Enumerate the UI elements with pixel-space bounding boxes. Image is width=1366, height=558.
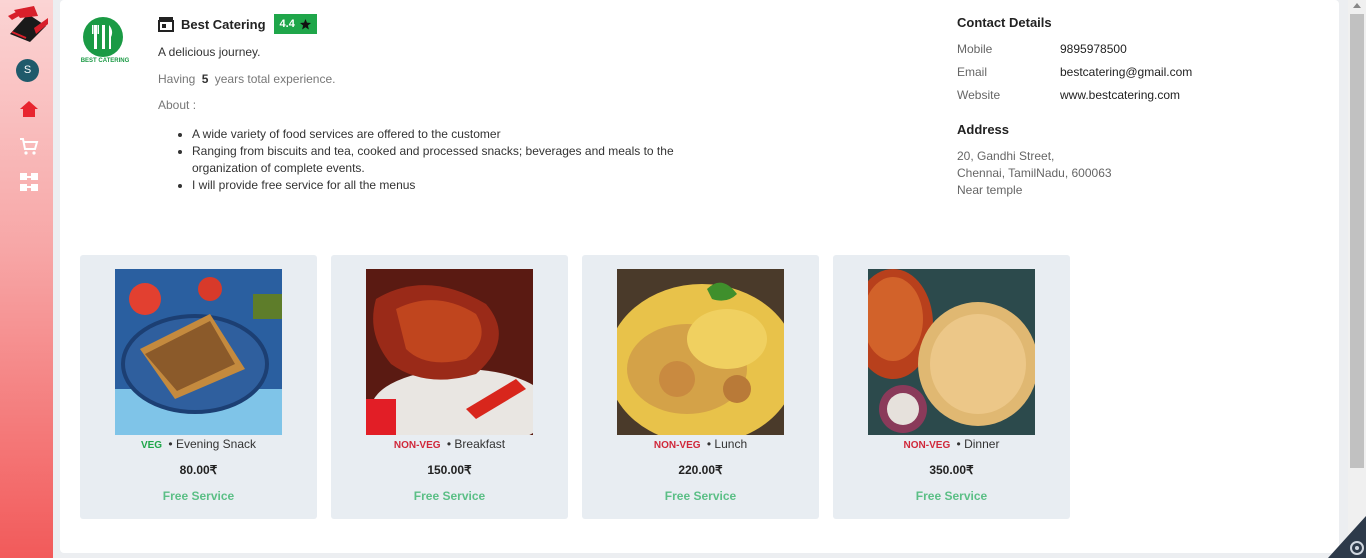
vendor-name: Best Catering bbox=[181, 16, 266, 32]
vertical-scrollbar[interactable] bbox=[1348, 0, 1366, 558]
menu-card[interactable]: NON-VEG • Dinner 350.00₹ Free Service bbox=[833, 255, 1070, 519]
list-item: A wide variety of food services are offe… bbox=[192, 126, 712, 143]
menu-meta: NON-VEG • Breakfast bbox=[393, 437, 506, 451]
about-label: About : bbox=[158, 98, 197, 112]
chicken-image bbox=[366, 269, 533, 435]
menu-meta: NON-VEG • Lunch bbox=[653, 437, 748, 451]
email-value[interactable]: bestcatering@gmail.com bbox=[1060, 65, 1192, 79]
mobile-value[interactable]: 9895978500 bbox=[1060, 42, 1127, 56]
address-line: 20, Gandhi Street, bbox=[957, 149, 1055, 163]
scrollbar-thumb[interactable] bbox=[1350, 14, 1364, 468]
home-icon[interactable] bbox=[19, 99, 39, 119]
menu-card[interactable]: NON-VEG • Breakfast 150.00₹ Free Service bbox=[331, 255, 568, 519]
menu-card[interactable]: NON-VEG • Lunch 220.00₹ Free Service bbox=[582, 255, 819, 519]
menu-price: 350.00₹ bbox=[929, 463, 974, 477]
experience-suffix: years total experience. bbox=[214, 72, 336, 86]
nonveg-tag: NON-VEG bbox=[393, 440, 441, 451]
free-service-label: Free Service bbox=[413, 489, 486, 503]
vendor-title-row: Best Catering 4.4 bbox=[158, 14, 317, 34]
menu-price: 80.00₹ bbox=[179, 463, 218, 477]
free-service-label: Free Service bbox=[915, 489, 988, 503]
menu-category: Dinner bbox=[964, 437, 1000, 451]
free-service-label: Free Service bbox=[664, 489, 737, 503]
rating-badge: 4.4 bbox=[273, 14, 317, 34]
menu-category: Breakfast bbox=[454, 437, 506, 451]
menu-category: Evening Snack bbox=[175, 437, 257, 451]
free-service-label: Free Service bbox=[162, 489, 235, 503]
vendor-logo-caption: BEST CATERING bbox=[80, 58, 130, 64]
fork-knife-icon bbox=[83, 17, 123, 57]
menu-price: 150.00₹ bbox=[427, 463, 472, 477]
paratha-image bbox=[868, 269, 1035, 435]
experience-text: Having 5 years total experience. bbox=[158, 72, 335, 86]
star-icon bbox=[299, 18, 311, 30]
website-value[interactable]: www.bestcatering.com bbox=[1060, 88, 1180, 102]
list-item: I will provide free service for all the … bbox=[192, 177, 712, 194]
experience-prefix: Having bbox=[158, 72, 196, 86]
menu-category: Lunch bbox=[714, 437, 748, 451]
store-icon bbox=[158, 17, 174, 32]
nonveg-tag: NON-VEG bbox=[653, 440, 701, 451]
list-item: Ranging from biscuits and tea, cooked an… bbox=[192, 143, 712, 177]
sidebar: S bbox=[0, 0, 53, 558]
vendor-details-panel: BEST CATERING Best Catering 4.4 A delici… bbox=[60, 0, 1339, 553]
address-text: 20, Gandhi Street, Chennai, TamilNadu, 6… bbox=[957, 148, 1112, 199]
address-line: Near temple bbox=[957, 183, 1023, 197]
menu-meta: NON-VEG • Dinner bbox=[903, 437, 1000, 451]
vendor-logo: BEST CATERING bbox=[77, 17, 133, 69]
menu-card[interactable]: VEG • Evening Snack 80.00₹ Free Service bbox=[80, 255, 317, 519]
contact-heading: Contact Details bbox=[957, 15, 1052, 30]
app-logo-icon[interactable] bbox=[4, 4, 50, 44]
menu-meta: VEG • Evening Snack bbox=[140, 437, 257, 451]
rating-value: 4.4 bbox=[279, 18, 295, 30]
website-label: Website bbox=[957, 88, 1001, 102]
menu-price: 220.00₹ bbox=[678, 463, 723, 477]
email-label: Email bbox=[957, 65, 988, 79]
biryani-image bbox=[617, 269, 784, 435]
cart-icon[interactable] bbox=[19, 136, 39, 156]
address-heading: Address bbox=[957, 122, 1010, 137]
avatar[interactable]: S bbox=[16, 59, 39, 82]
about-list: A wide variety of food services are offe… bbox=[192, 126, 712, 194]
vendor-tagline: A delicious journey. bbox=[158, 45, 261, 59]
dashboard-icon[interactable] bbox=[19, 172, 39, 192]
experience-years: 5 bbox=[201, 72, 209, 86]
gear-icon[interactable] bbox=[1328, 516, 1366, 558]
veg-tag: VEG bbox=[140, 440, 163, 451]
scroll-up-icon[interactable] bbox=[1353, 3, 1361, 8]
address-line: Chennai, TamilNadu, 600063 bbox=[957, 166, 1112, 180]
menu-cards: VEG • Evening Snack 80.00₹ Free Service … bbox=[80, 255, 1070, 519]
nonveg-tag: NON-VEG bbox=[903, 440, 951, 451]
sandwich-image bbox=[115, 269, 282, 435]
mobile-label: Mobile bbox=[957, 42, 993, 56]
